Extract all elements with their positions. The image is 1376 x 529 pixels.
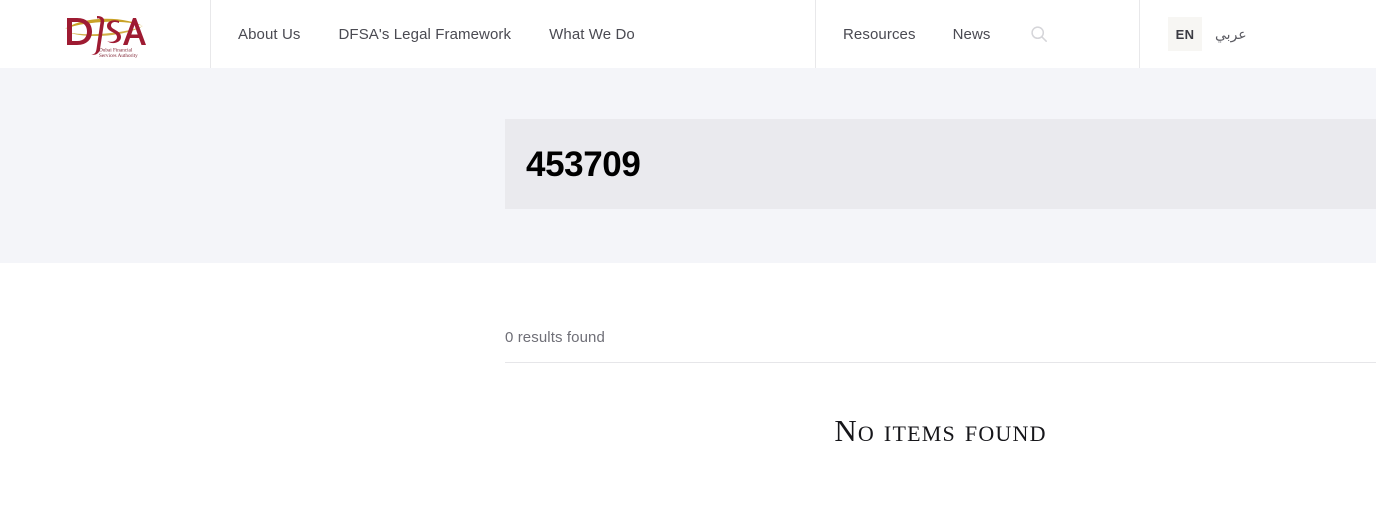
nav-item-what-we-do[interactable]: What We Do: [549, 27, 635, 42]
nav-item-legal-framework[interactable]: DFSA's Legal Framework: [339, 27, 512, 42]
empty-state-message: No items found: [834, 413, 1047, 448]
secondary-navigation: Resources News: [816, 0, 1140, 68]
search-results-section: 0 results found No items found: [0, 263, 1376, 529]
logo-subtitle-line2: Services Authority: [99, 53, 138, 59]
results-count: 0 results found: [505, 329, 605, 346]
primary-navigation: About Us DFSA's Legal Framework What We …: [211, 0, 816, 68]
logo-link[interactable]: Dubai Financial Services Authority: [0, 0, 211, 68]
page-title: 453709: [526, 144, 641, 184]
dfsa-logo: Dubai Financial Services Authority: [59, 9, 151, 59]
search-button[interactable]: [1028, 23, 1050, 45]
hero-section: 453709: [0, 68, 1376, 263]
results-divider: [505, 362, 1376, 363]
nav-item-resources[interactable]: Resources: [843, 27, 916, 42]
language-switcher: EN عربي: [1140, 0, 1376, 68]
page-title-banner: 453709: [505, 119, 1376, 209]
site-header: Dubai Financial Services Authority About…: [0, 0, 1376, 68]
search-icon: [1030, 25, 1048, 43]
nav-item-about-us[interactable]: About Us: [238, 27, 301, 42]
language-option-arabic[interactable]: عربي: [1215, 26, 1247, 43]
nav-item-news[interactable]: News: [953, 27, 991, 42]
language-option-en[interactable]: EN: [1168, 17, 1202, 51]
